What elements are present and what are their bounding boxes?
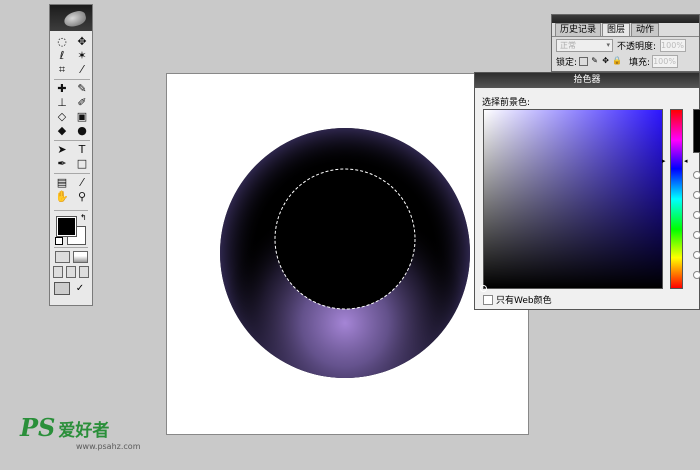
tab-history[interactable]: 历史记录	[555, 23, 602, 36]
full-screen-menubar-button[interactable]	[66, 266, 76, 278]
watermark-title: 爱好者	[58, 421, 110, 441]
lock-all-icon[interactable]: 🔒	[612, 56, 622, 66]
radio-blue[interactable]	[693, 271, 700, 279]
layers-panel: 历史记录 图层 动作 正常 ▾ 不透明度: 100% 锁定: ✎ ✥ 🔒 填充:…	[551, 14, 700, 72]
hue-slider-left-arrow-icon[interactable]: ▸	[662, 157, 666, 165]
lock-position-icon[interactable]: ✥	[601, 56, 610, 66]
chevron-down-icon: ▾	[606, 41, 610, 49]
blend-mode-select[interactable]: 正常 ▾	[556, 39, 613, 52]
web-colors-label: 只有Web颜色	[496, 296, 552, 306]
fill-field[interactable]: 100%	[652, 54, 679, 68]
move-icon[interactable]: ✥	[73, 35, 91, 49]
foreground-color-swatch[interactable]	[56, 216, 77, 237]
lock-row: 锁定: ✎ ✥ 🔒 填充: 100%	[552, 54, 699, 68]
slice-icon[interactable]: ⁄	[73, 63, 91, 77]
gradient-icon[interactable]: ▣	[73, 110, 91, 124]
full-screen-mode-button[interactable]	[79, 266, 89, 278]
color-picker-dialog: 拾色器 选择前景色: ▸ ◂ 只有Web颜色	[474, 72, 700, 310]
opacity-field[interactable]: 100%	[660, 39, 687, 52]
rectangle-shape-icon[interactable]: □	[73, 157, 91, 171]
color-field[interactable]	[480, 109, 663, 292]
toolbox-panel: ◌ ✥ ℓ ✶ ⌗ ⁄ ✚ ✎ ⊥ ✐ ◇ ▣ ◆ ● ➤ T ✒ □ ▤ ⁄ ✋ ⚲ ↰ ✓	[49, 4, 93, 306]
tool-grid: ◌ ✥ ℓ ✶ ⌗ ⁄ ✚ ✎ ⊥ ✐ ◇ ▣ ◆ ● ➤ T ✒ □ ▤ ⁄ ✋ ⚲	[50, 31, 92, 208]
blend-mode-value: 正常	[560, 41, 576, 50]
toolbox-divider	[54, 247, 88, 248]
hue-slider-right-arrow-icon[interactable]: ◂	[684, 157, 688, 165]
toolbox-header[interactable]	[50, 5, 92, 31]
watermark-url: www.psahz.com	[76, 442, 141, 451]
opacity-label: 不透明度:	[617, 42, 657, 52]
path-selection-icon[interactable]: ➤	[53, 143, 71, 157]
brush-icon[interactable]: ✎	[73, 82, 91, 96]
healing-brush-icon[interactable]: ✚	[53, 82, 71, 96]
fill-label: 填充:	[629, 57, 651, 68]
hand-icon[interactable]: ✋	[53, 190, 71, 204]
pen-icon[interactable]: ✒	[53, 157, 71, 171]
lock-image-icon[interactable]: ✎	[590, 56, 599, 66]
watermark: PS 爱好者 www.psahz.com	[20, 413, 140, 451]
radio-hue[interactable]	[693, 171, 700, 179]
color-picker-prompt: 选择前景色:	[482, 98, 531, 108]
blur-icon[interactable]: ◆	[53, 124, 71, 138]
eyedropper-icon[interactable]: ⁄	[73, 176, 91, 190]
quick-mask-mode-button[interactable]	[72, 251, 88, 263]
toolbox-divider	[54, 210, 88, 211]
default-colors-icon[interactable]	[55, 237, 63, 245]
color-field-marker[interactable]	[480, 285, 487, 292]
swap-colors-icon[interactable]: ↰	[80, 214, 87, 222]
tab-layers[interactable]: 图层	[602, 23, 631, 36]
web-colors-row: 只有Web颜色	[483, 293, 552, 306]
radio-red[interactable]	[693, 231, 700, 239]
jump-to-app-button[interactable]	[54, 282, 70, 295]
eraser-icon[interactable]: ◇	[53, 110, 71, 124]
layers-panel-titlebar[interactable]	[552, 15, 699, 23]
magic-wand-icon[interactable]: ✶	[73, 49, 91, 63]
toolbox-divider	[54, 173, 90, 174]
radio-saturation[interactable]	[693, 191, 700, 199]
color-picker-title[interactable]: 拾色器	[475, 73, 699, 88]
radio-green[interactable]	[693, 251, 700, 259]
web-colors-checkbox[interactable]	[483, 294, 493, 305]
zoom-icon[interactable]: ⚲	[73, 190, 91, 204]
radio-brightness[interactable]	[693, 211, 700, 219]
standard-mode-button[interactable]	[54, 251, 70, 263]
hue-slider[interactable]	[670, 109, 683, 289]
standard-screen-mode-button[interactable]	[53, 266, 63, 278]
tab-actions[interactable]: 动作	[631, 23, 660, 36]
color-swatches: ↰	[54, 213, 90, 245]
crop-icon[interactable]: ⌗	[53, 63, 71, 77]
inner-circle	[275, 169, 415, 309]
color-preview	[693, 109, 700, 153]
layers-panel-tabs: 历史记录 图层 动作	[552, 23, 699, 37]
elliptical-marquee-icon[interactable]: ◌	[53, 35, 71, 49]
lock-transparency-icon[interactable]	[579, 56, 589, 66]
text-icon[interactable]: T	[73, 143, 91, 157]
dodge-icon[interactable]: ●	[73, 124, 91, 138]
feather-logo-icon	[62, 9, 88, 29]
lasso-icon[interactable]: ℓ	[53, 49, 71, 63]
history-brush-icon[interactable]: ✐	[73, 96, 91, 110]
clone-stamp-icon[interactable]: ⊥	[53, 96, 71, 110]
imageready-icon[interactable]: ✓	[72, 282, 88, 295]
notes-icon[interactable]: ▤	[53, 176, 71, 190]
watermark-logo: PS	[20, 413, 56, 442]
toolbox-divider	[54, 79, 90, 80]
screen-mode-row	[50, 266, 92, 278]
jump-row: ✓	[50, 282, 92, 295]
toolbox-divider	[54, 140, 90, 141]
lock-label: 锁定:	[556, 57, 578, 68]
quick-mask-row	[50, 251, 92, 263]
blend-row: 正常 ▾ 不透明度: 100%	[552, 37, 699, 54]
